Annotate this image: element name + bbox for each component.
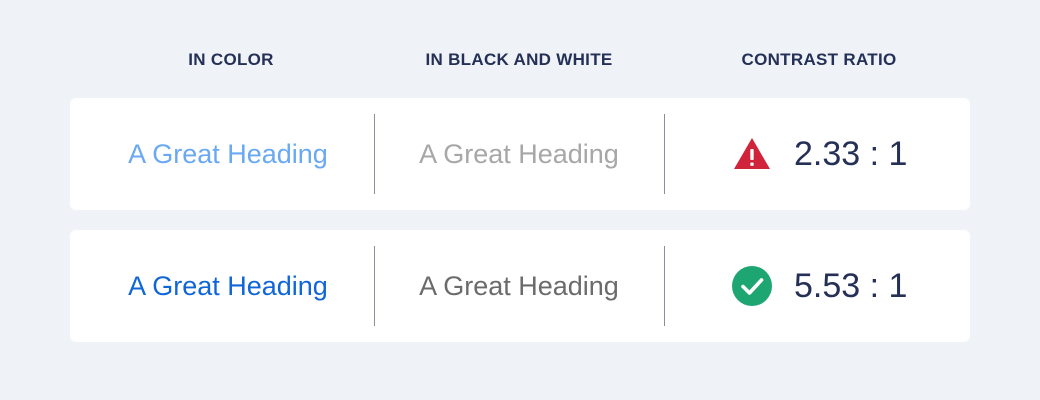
column-divider <box>664 246 665 326</box>
color-heading-sample: A Great Heading <box>128 139 328 169</box>
comparison-row-failing: A Great Heading A Great Heading 2.33 : 1 <box>70 98 970 210</box>
contrast-ratio-value: 2.33 : 1 <box>794 134 908 173</box>
column-header-contrast-ratio: CONTRAST RATIO <box>741 50 897 69</box>
grayscale-heading-sample: A Great Heading <box>419 271 619 301</box>
color-heading-sample: A Great Heading <box>128 271 328 301</box>
column-headers: IN COLOR IN BLACK AND WHITE CONTRAST RAT… <box>0 50 1040 74</box>
column-divider <box>664 114 665 194</box>
column-divider <box>374 114 375 194</box>
warning-icon <box>732 134 772 174</box>
contrast-ratio-value: 5.53 : 1 <box>794 266 908 305</box>
check-icon <box>732 266 772 306</box>
contrast-ratio-cell: 2.33 : 1 <box>732 98 907 210</box>
column-header-in-black-and-white: IN BLACK AND WHITE <box>425 50 613 69</box>
column-divider <box>374 246 375 326</box>
comparison-row-passing: A Great Heading A Great Heading 5.53 : 1 <box>70 230 970 342</box>
contrast-ratio-cell: 5.53 : 1 <box>732 230 907 342</box>
grayscale-heading-sample: A Great Heading <box>419 139 619 169</box>
column-header-in-color: IN COLOR <box>188 50 274 69</box>
